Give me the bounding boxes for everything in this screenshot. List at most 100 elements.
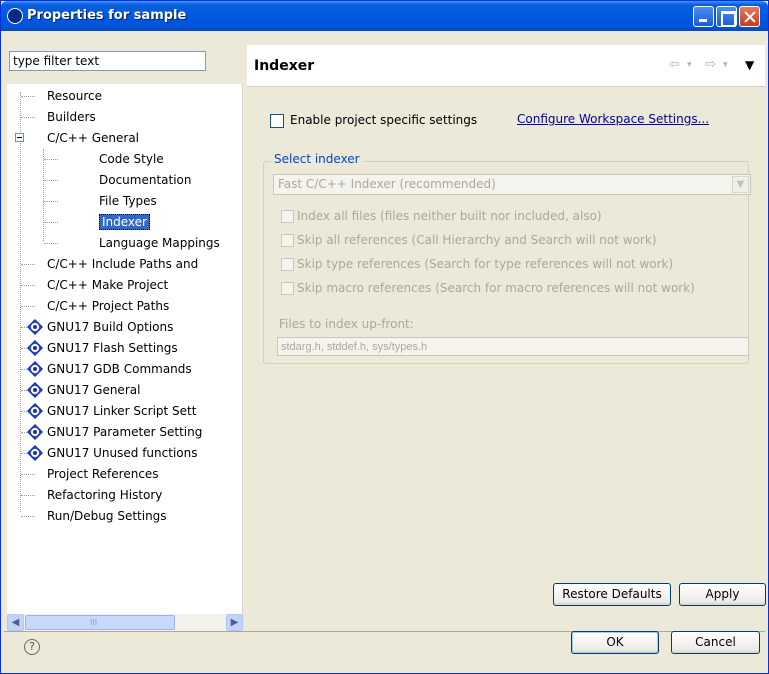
- enable-project-settings-checkbox[interactable]: [270, 114, 284, 128]
- cancel-button[interactable]: Cancel: [671, 631, 760, 654]
- chevron-right-icon: ▶: [230, 617, 239, 628]
- select-indexer-group-title: Select indexer: [271, 152, 363, 166]
- gnu-icon: [27, 361, 43, 377]
- tree-connector: [21, 264, 35, 265]
- forward-menu-icon[interactable]: ▾: [723, 60, 728, 70]
- skip-type-references-label: Skip type references (Search for type re…: [297, 257, 674, 271]
- configure-workspace-link[interactable]: Configure Workspace Settings...: [517, 112, 709, 126]
- tree-item-label: C/C++ Make Project: [47, 278, 169, 292]
- chevron-down-icon[interactable]: ▼: [732, 176, 749, 193]
- files-up-front-input[interactable]: [277, 337, 749, 356]
- enable-project-settings-label: Enable project specific settings: [290, 113, 478, 127]
- tree-item-label: GNU17 Parameter Setting: [47, 425, 203, 439]
- tree-item[interactable]: Documentation: [99, 170, 192, 190]
- horizontal-scrollbar[interactable]: ◀ III ▶: [7, 614, 243, 631]
- skip-macro-references-checkbox[interactable]: [281, 282, 294, 295]
- tree-item-label: C/C++ Include Paths and: [47, 257, 199, 271]
- gnu-icon: [27, 340, 43, 356]
- tree-item-label: File Types: [99, 194, 157, 208]
- tree-connector: [44, 201, 58, 202]
- help-icon[interactable]: ?: [24, 639, 40, 655]
- scroll-grip: III: [90, 618, 98, 627]
- skip-all-references-checkbox[interactable]: [281, 234, 294, 247]
- scroll-thumb[interactable]: III: [25, 615, 175, 630]
- tree-connector: [21, 474, 35, 475]
- left-pane: Resource Builders C/C++ General Code Style D…: [7, 47, 243, 641]
- back-arrow-icon[interactable]: ⇦: [669, 57, 680, 72]
- tree-item[interactable]: GNU17 GDB Commands: [47, 359, 192, 379]
- window-title: Properties for sample: [27, 8, 187, 23]
- property-tree: Resource Builders C/C++ General Code Style D…: [7, 84, 243, 614]
- tree-item-label: C/C++ Project Paths: [47, 299, 170, 313]
- tree-connector: [21, 96, 35, 97]
- tree-item-label: GNU17 Build Options: [47, 320, 174, 334]
- filter-input[interactable]: [9, 51, 206, 71]
- tree-item[interactable]: C/C++ Include Paths and: [47, 254, 198, 274]
- tree-connector: [21, 285, 35, 286]
- page-title: Indexer: [254, 58, 315, 74]
- tree-item[interactable]: GNU17 Unused functions: [47, 443, 197, 463]
- gnu-icon: [27, 319, 43, 335]
- tree-item[interactable]: Run/Debug Settings: [47, 506, 167, 526]
- index-all-files-checkbox[interactable]: [281, 210, 294, 223]
- tree-item-label: Run/Debug Settings: [47, 509, 167, 523]
- gnu-icon: [27, 445, 43, 461]
- index-all-files-label: Index all files (files neither built nor…: [297, 209, 602, 223]
- tree-item[interactable]: File Types: [99, 191, 157, 211]
- tree-connector: [44, 243, 58, 244]
- scroll-right-button[interactable]: ▶: [226, 614, 243, 631]
- title-bar[interactable]: Properties for sample: [1, 1, 768, 31]
- tree-connector: [21, 495, 35, 496]
- tree-item[interactable]: C/C++ Project Paths: [47, 296, 169, 316]
- maximize-button[interactable]: [716, 6, 737, 27]
- indexer-combo-value: Fast C/C++ Indexer (recommended): [278, 177, 496, 191]
- tree-connector: [44, 180, 58, 181]
- indexer-combo[interactable]: Fast C/C++ Indexer (recommended) ▼: [273, 174, 751, 195]
- gnu-icon: [27, 424, 43, 440]
- tree-item[interactable]: GNU17 Linker Script Sett: [47, 401, 196, 421]
- skip-macro-references-label: Skip macro references (Search for macro …: [297, 281, 695, 295]
- scroll-left-button[interactable]: ◀: [7, 614, 24, 631]
- tree-item[interactable]: Indexer: [99, 212, 150, 232]
- tree-item-label: GNU17 GDB Commands: [47, 362, 192, 376]
- back-menu-icon[interactable]: ▾: [687, 60, 692, 70]
- tree-item[interactable]: Refactoring History: [47, 485, 162, 505]
- collapse-icon[interactable]: [15, 133, 24, 142]
- tree-item[interactable]: Project References: [47, 464, 159, 484]
- skip-type-references-checkbox[interactable]: [281, 258, 294, 271]
- view-menu-icon[interactable]: ▼: [745, 58, 754, 72]
- restore-defaults-button[interactable]: Restore Defaults: [553, 583, 671, 606]
- tree-item-label: GNU17 Linker Script Sett: [47, 404, 197, 418]
- files-up-front-label: Files to index up-front:: [279, 317, 414, 331]
- gnu-icon: [27, 382, 43, 398]
- tree-item[interactable]: C/C++ Make Project: [47, 275, 168, 295]
- tree-item[interactable]: Resource: [47, 86, 102, 106]
- tree-item[interactable]: Builders: [47, 107, 96, 127]
- forward-arrow-icon[interactable]: ⇨: [705, 57, 716, 72]
- tree-item[interactable]: GNU17 Flash Settings: [47, 338, 178, 358]
- tree-item[interactable]: GNU17 Parameter Setting: [47, 422, 202, 442]
- gnu-icon: [27, 403, 43, 419]
- ok-button[interactable]: OK: [571, 631, 659, 654]
- tree-connector: [21, 306, 35, 307]
- tree-connector: [43, 149, 44, 241]
- tree-item[interactable]: GNU17 Build Options: [47, 317, 173, 337]
- tree-item-label: Documentation: [99, 173, 192, 187]
- apply-button[interactable]: Apply: [679, 583, 766, 606]
- tree-item-label: Language Mappings: [99, 236, 220, 250]
- tree-item[interactable]: Language Mappings: [99, 233, 220, 253]
- tree-item[interactable]: GNU17 General: [47, 380, 140, 400]
- minimize-button[interactable]: [693, 6, 714, 27]
- tree-item-label: GNU17 Flash Settings: [47, 341, 178, 355]
- page-header: Indexer ⇦ ▾ ⇨ ▾ ▼: [247, 45, 765, 87]
- close-button[interactable]: [739, 6, 760, 27]
- tree-item-label: Builders: [47, 110, 96, 124]
- right-pane: Indexer ⇦ ▾ ⇨ ▾ ▼ Enable project specifi…: [247, 45, 766, 641]
- tree-item[interactable]: Code Style: [99, 149, 164, 169]
- tree-connector: [44, 222, 58, 223]
- tree-item[interactable]: C/C++ General: [47, 128, 139, 148]
- tree-item-label: Refactoring History: [47, 488, 163, 502]
- tree-item-label: C/C++ General: [47, 131, 140, 145]
- tree-item-label: GNU17 Unused functions: [47, 446, 198, 460]
- tree-connector: [44, 159, 58, 160]
